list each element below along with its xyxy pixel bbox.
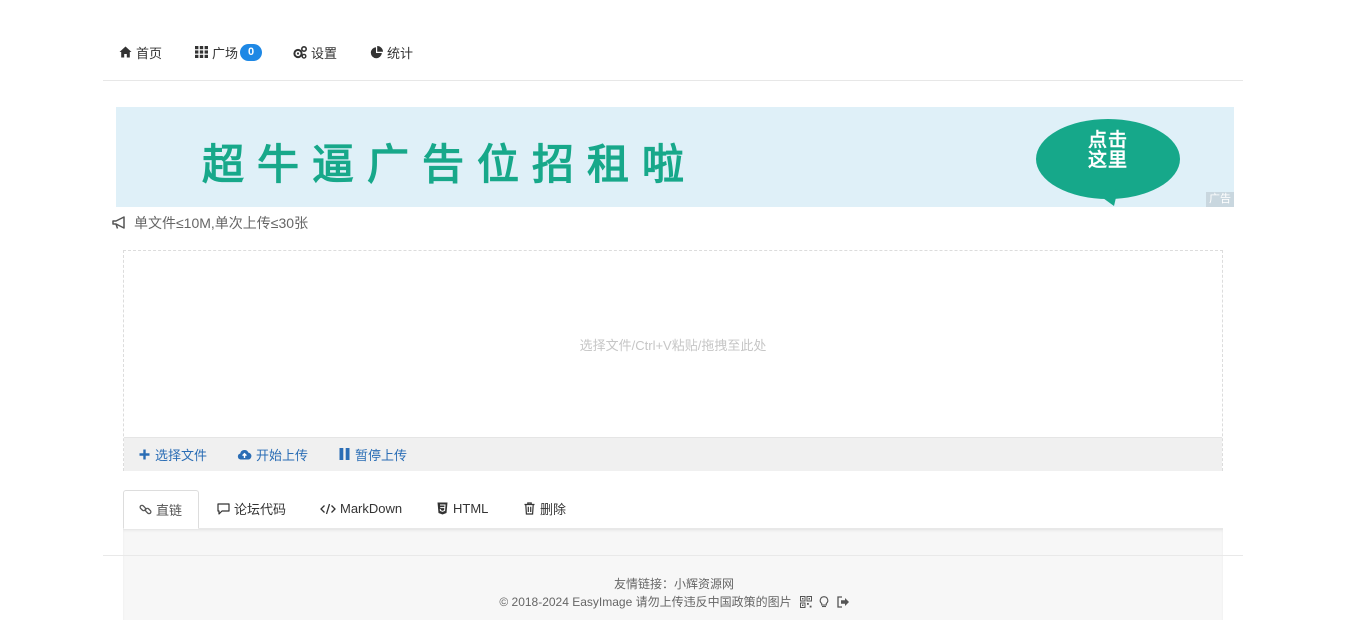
footer-divider <box>103 555 1243 556</box>
nav-home[interactable]: 首页 <box>118 42 162 62</box>
tab-markdown[interactable]: MarkDown <box>305 490 417 527</box>
cloud-upload-icon <box>237 448 252 461</box>
tab-html[interactable]: HTML <box>421 490 503 527</box>
friend-links: 友情链接：小辉资源网 <box>0 575 1348 593</box>
trash-icon <box>523 502 536 515</box>
nav-square[interactable]: 广场 0 <box>194 42 263 62</box>
ad-headline: 超牛逼广告位招租啦 <box>202 140 698 189</box>
drop-hint: 选择文件/Ctrl+V粘贴/拖拽至此处 <box>579 337 767 353</box>
gears-icon <box>293 45 307 59</box>
copyright-line: © 2018-2024 EasyImage 请勿上传违反中国政策的图片 <box>0 593 1348 611</box>
tab-direct-link[interactable]: 直链 <box>123 490 199 529</box>
friend-link[interactable]: 小辉资源网 <box>674 577 734 591</box>
home-icon <box>118 45 132 59</box>
footer: 友情链接：小辉资源网 © 2018-2024 EasyImage 请勿上传违反中… <box>0 575 1348 611</box>
nav-stats[interactable]: 统计 <box>369 42 413 62</box>
link-icon <box>139 503 152 516</box>
tab-label: HTML <box>453 501 489 516</box>
sign-out-icon[interactable] <box>836 595 849 608</box>
tab-label: 直链 <box>156 503 183 518</box>
qrcode-icon[interactable] <box>799 595 812 608</box>
start-upload-label: 开始上传 <box>256 447 309 463</box>
pause-upload-label: 暂停上传 <box>355 447 408 463</box>
grid-icon <box>194 45 208 59</box>
nav-stats-label: 统计 <box>387 45 414 61</box>
upload-area: 选择文件/Ctrl+V粘贴/拖拽至此处 选择文件 开始上传 暂停上传 <box>123 250 1223 471</box>
ad-cta-line1: 点击 <box>1087 129 1128 151</box>
plus-icon <box>138 448 151 461</box>
choose-files-label: 选择文件 <box>155 447 208 463</box>
tab-label: 论坛代码 <box>234 502 287 517</box>
notice-text: 单文件≤10M,单次上传≤30张 <box>134 215 309 231</box>
page: 首页 广场 0 设置 统计 超牛逼广告位招租啦 点击 这里 广告 单文件≤10M… <box>0 0 1348 620</box>
drop-zone[interactable]: 选择文件/Ctrl+V粘贴/拖拽至此处 <box>124 251 1222 437</box>
ad-tag: 广告 <box>1206 192 1234 207</box>
pause-upload-button[interactable]: 暂停上传 <box>338 446 408 463</box>
lightbulb-icon[interactable] <box>818 595 830 608</box>
square-count-badge: 0 <box>240 43 263 61</box>
tab-delete[interactable]: 删除 <box>508 490 581 527</box>
ad-banner[interactable]: 超牛逼广告位招租啦 点击 这里 广告 <box>116 107 1234 207</box>
html5-icon <box>436 502 449 515</box>
pause-icon <box>338 448 351 461</box>
nav-home-label: 首页 <box>136 45 163 61</box>
code-icon <box>320 502 336 515</box>
tab-label: MarkDown <box>340 501 403 516</box>
ad-cta-line2: 这里 <box>1087 149 1128 171</box>
nav-square-label: 广场 <box>212 45 239 61</box>
comment-icon <box>217 502 230 515</box>
copyright-text: © 2018-2024 EasyImage 请勿上传违反中国政策的图片 <box>499 595 792 609</box>
ad-cta: 点击 这里 <box>1072 130 1144 170</box>
nav-settings[interactable]: 设置 <box>293 42 337 62</box>
nav-settings-label: 设置 <box>311 45 338 61</box>
tab-forum-code[interactable]: 论坛代码 <box>202 490 301 527</box>
upload-notice: 单文件≤10M,单次上传≤30张 <box>112 214 308 232</box>
friend-links-label: 友情链接： <box>613 577 674 591</box>
pie-chart-icon <box>369 45 383 59</box>
start-upload-button[interactable]: 开始上传 <box>237 446 309 463</box>
top-nav: 首页 广场 0 设置 统计 <box>103 30 1243 81</box>
bullhorn-icon <box>112 216 128 230</box>
tab-label: 删除 <box>540 502 567 517</box>
choose-files-button[interactable]: 选择文件 <box>138 446 208 463</box>
upload-toolbar: 选择文件 开始上传 暂停上传 <box>124 437 1222 471</box>
result-tabs: 直链 论坛代码 MarkDown HTML 删除 <box>123 490 1223 529</box>
